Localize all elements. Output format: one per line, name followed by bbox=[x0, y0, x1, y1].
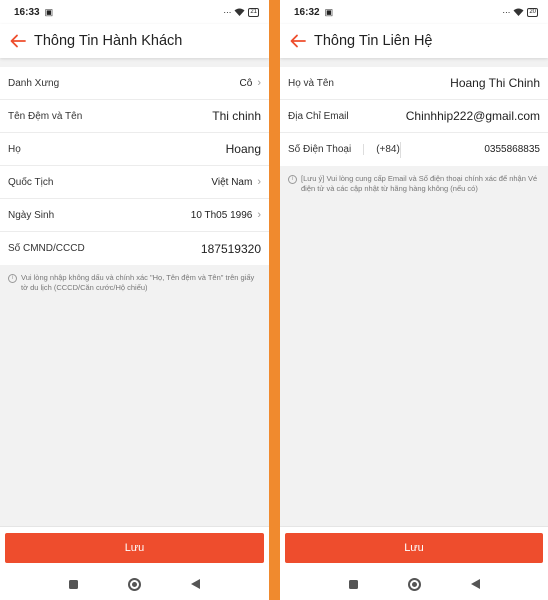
footer: Lưu bbox=[0, 526, 269, 600]
back-arrow-icon[interactable] bbox=[8, 31, 28, 51]
phone-number-input[interactable]: 0355868835 bbox=[399, 141, 540, 158]
signal-icon: ⋯ bbox=[502, 7, 511, 17]
name-hint: i Vui lòng nhập không dấu và chính xác "… bbox=[0, 265, 269, 301]
field-label: Họ bbox=[8, 143, 21, 155]
hint-text: Vui lòng nhập không dấu và chính xác "Họ… bbox=[21, 273, 255, 293]
save-button[interactable]: Lưu bbox=[5, 533, 264, 563]
back-triangle-icon[interactable] bbox=[191, 579, 200, 589]
back-triangle-icon[interactable] bbox=[470, 579, 480, 589]
recent-apps-icon[interactable] bbox=[69, 579, 78, 589]
status-time: 16:33 bbox=[14, 6, 40, 18]
page-title: Thông Tin Liên Hệ bbox=[314, 33, 433, 49]
field-value: Hoang Thi Chinh bbox=[450, 76, 540, 90]
field-label: Địa Chỉ Email bbox=[288, 110, 349, 122]
id-number-field[interactable]: Số CMND/CCCD 187519320 bbox=[0, 232, 269, 265]
notification-icon: ▣ bbox=[44, 6, 54, 17]
battery-icon: 20 bbox=[527, 7, 538, 17]
field-value: Chinhhip222@gmail.com bbox=[405, 109, 540, 123]
page-title: Thông Tin Hành Khách bbox=[34, 33, 183, 49]
notification-icon: ▣ bbox=[324, 6, 334, 17]
title-selector[interactable]: Danh Xưng Cô › bbox=[0, 67, 269, 100]
back-arrow-icon[interactable] bbox=[288, 31, 308, 51]
app-header: Thông Tin Liên Hệ bbox=[280, 24, 548, 58]
field-label: Danh Xưng bbox=[8, 77, 60, 89]
field-label: Ngày Sinh bbox=[8, 209, 55, 221]
passenger-form: Danh Xưng Cô › Tên Đệm và Tên Thi chinh … bbox=[0, 67, 269, 265]
field-value: 187519320 bbox=[200, 241, 261, 256]
home-icon[interactable] bbox=[407, 577, 421, 591]
field-value: Cô bbox=[239, 77, 253, 89]
full-name-field[interactable]: Họ và Tên Hoang Thi Chinh bbox=[280, 67, 548, 100]
contact-hint: i [Lưu ý] Vui lòng cung cấp Email và Số … bbox=[280, 166, 548, 202]
signal-icon: ⋯ bbox=[223, 7, 232, 17]
system-nav-bar bbox=[280, 571, 548, 597]
status-bar: 16:32 ▣ ⋯ 20 bbox=[280, 0, 548, 24]
field-value: 10 Th05 1996 bbox=[190, 209, 253, 221]
field-label: Họ và Tên bbox=[288, 77, 334, 89]
chevron-right-icon: › bbox=[257, 208, 261, 221]
surname-field[interactable]: Họ Hoang bbox=[0, 133, 269, 166]
nationality-selector[interactable]: Quốc Tịch Việt Nam › bbox=[0, 166, 269, 199]
info-icon: i bbox=[288, 175, 297, 184]
info-icon: i bbox=[8, 274, 17, 283]
home-icon[interactable] bbox=[128, 577, 141, 591]
country-code-selector[interactable]: (+84) bbox=[363, 144, 400, 155]
wifi-icon bbox=[513, 8, 524, 16]
phone-field[interactable]: Số Điện Thoại (+84) 0355868835 bbox=[280, 133, 548, 166]
hint-text: [Lưu ý] Vui lòng cung cấp Email và Số đi… bbox=[301, 174, 538, 194]
screenshot-divider bbox=[269, 0, 280, 600]
field-label: Số CMND/CCCD bbox=[8, 243, 85, 254]
field-label: Tên Đệm và Tên bbox=[8, 110, 83, 122]
system-nav-bar bbox=[0, 571, 269, 597]
field-value: Hoang bbox=[225, 142, 261, 156]
contact-form: Họ và Tên Hoang Thi Chinh Địa Chỉ Email … bbox=[280, 67, 548, 166]
email-field[interactable]: Địa Chỉ Email Chinhhip222@gmail.com bbox=[280, 100, 548, 133]
field-label: Số Điện Thoại bbox=[288, 144, 352, 155]
birthdate-selector[interactable]: Ngày Sinh 10 Th05 1996 › bbox=[0, 199, 269, 232]
status-time: 16:32 bbox=[294, 6, 320, 18]
field-label: Quốc Tịch bbox=[8, 176, 54, 188]
battery-icon: 21 bbox=[248, 7, 259, 17]
passenger-info-screen: 16:33 ▣ ⋯ 21 Thông Tin Hành Khách Danh X… bbox=[0, 0, 269, 600]
save-button[interactable]: Lưu bbox=[285, 533, 543, 563]
chevron-right-icon: › bbox=[257, 175, 261, 188]
wifi-icon bbox=[234, 8, 245, 16]
field-value: Việt Nam bbox=[211, 176, 253, 188]
app-header: Thông Tin Hành Khách bbox=[0, 24, 269, 58]
status-bar: 16:33 ▣ ⋯ 21 bbox=[0, 0, 269, 24]
contact-info-screen: 16:32 ▣ ⋯ 20 Thông Tin Liên Hệ Họ và Tên… bbox=[280, 0, 548, 600]
recent-apps-icon[interactable] bbox=[348, 579, 358, 589]
field-value: Thi chinh bbox=[212, 109, 261, 123]
footer: Lưu bbox=[280, 526, 548, 600]
chevron-right-icon: › bbox=[257, 76, 261, 89]
given-name-field[interactable]: Tên Đệm và Tên Thi chinh bbox=[0, 100, 269, 133]
